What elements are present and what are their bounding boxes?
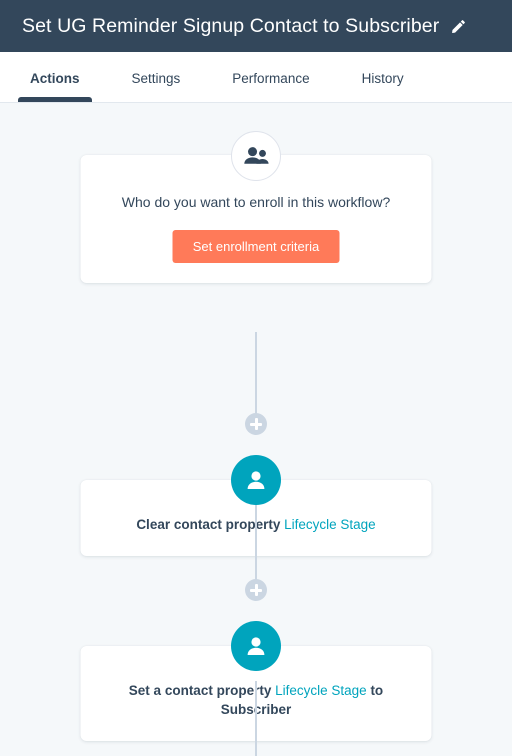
tab-history[interactable]: History: [362, 71, 404, 102]
add-step-button-1[interactable]: [245, 413, 267, 435]
tab-actions-label: Actions: [30, 71, 80, 86]
contact-icon: [247, 637, 265, 655]
contacts-icon: [244, 147, 269, 164]
connector-line-3: [255, 681, 257, 756]
step-2-prefix: Set a contact property: [128, 683, 272, 698]
add-step-button-2[interactable]: [245, 579, 267, 601]
contact-icon-badge-1: [231, 455, 281, 505]
tab-bar: Actions Settings Performance History: [0, 52, 512, 103]
step-2-property-link[interactable]: Lifecycle Stage: [275, 683, 367, 698]
tab-performance[interactable]: Performance: [232, 71, 309, 102]
set-enrollment-criteria-button[interactable]: Set enrollment criteria: [172, 229, 340, 263]
tab-actions[interactable]: Actions: [18, 71, 91, 102]
connector-line-1: [255, 332, 257, 414]
tab-settings-label: Settings: [131, 71, 181, 86]
app-header: Set UG Reminder Signup Contact to Subscr…: [0, 0, 512, 52]
workflow-canvas: Who do you want to enroll in this workfl…: [0, 103, 512, 756]
contact-icon: [247, 471, 265, 489]
contact-icon-badge-2: [231, 621, 281, 671]
step-1-prefix: Clear contact property: [136, 517, 281, 532]
pencil-icon[interactable]: [450, 18, 467, 35]
workflow-editor: Set UG Reminder Signup Contact to Subscr…: [0, 0, 512, 756]
page-title: Set UG Reminder Signup Contact to Subscr…: [22, 14, 440, 37]
step-1-property-link[interactable]: Lifecycle Stage: [284, 517, 376, 532]
contacts-icon-badge: [231, 131, 281, 181]
tab-performance-label: Performance: [232, 71, 310, 86]
connector-line-2: [255, 498, 257, 580]
enrollment-question: Who do you want to enroll in this workfl…: [121, 194, 391, 210]
tab-history-label: History: [361, 71, 404, 86]
tab-settings[interactable]: Settings: [132, 71, 181, 102]
